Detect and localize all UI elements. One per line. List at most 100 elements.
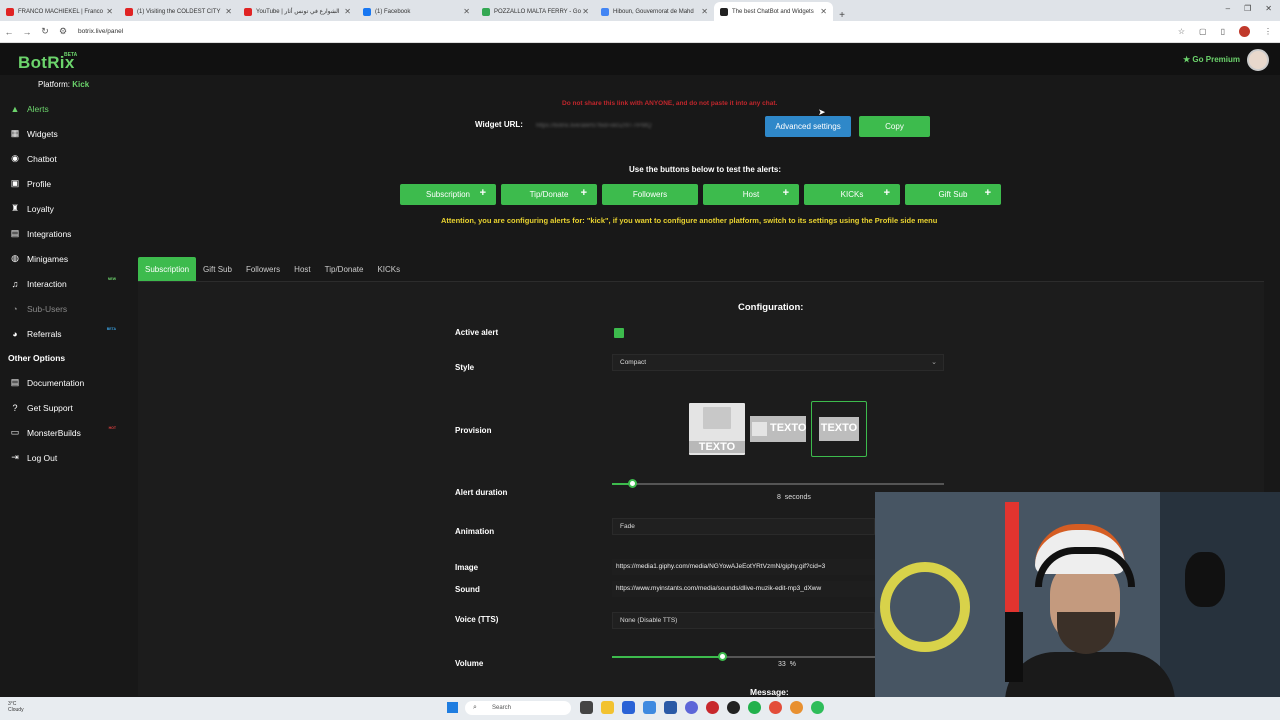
- chrome-icon[interactable]: [790, 701, 803, 714]
- volume-slider-handle[interactable]: [717, 652, 727, 661]
- restore-icon[interactable]: ❐: [1244, 4, 1251, 13]
- provision-option-inline[interactable]: TEXTO: [750, 416, 806, 442]
- active-alert-checkbox[interactable]: [614, 328, 624, 338]
- browser-tab[interactable]: (1) Visiting the COLDEST CITY ✕: [119, 2, 238, 21]
- plus-icon: +: [580, 187, 587, 199]
- referrals-icon: ◕: [12, 328, 18, 339]
- copy-button[interactable]: Copy: [859, 116, 930, 137]
- image-url-input[interactable]: https://media1.giphy.com/media/NGYowAJeE…: [612, 559, 875, 575]
- browser-tab[interactable]: POZZALLO MALTA FERRY - Go ✕: [476, 2, 595, 21]
- sidebar-item-loyalty[interactable]: ♜ Loyalty: [0, 196, 125, 221]
- browser-tab[interactable]: Hiboun, Gouvernorat de Mahd ✕: [595, 2, 714, 21]
- close-window-icon[interactable]: ✕: [1265, 4, 1272, 13]
- tab-close-icon[interactable]: ✕: [463, 7, 470, 16]
- tab-gift-sub[interactable]: Gift Sub: [196, 257, 239, 281]
- extensions-icon[interactable]: ▢: [1199, 27, 1207, 36]
- tab-host[interactable]: Host: [287, 257, 317, 281]
- windows-start-icon[interactable]: [447, 702, 458, 713]
- tab-close-icon[interactable]: ✕: [225, 7, 232, 16]
- sidebar-item-get-support[interactable]: ? Get Support: [0, 395, 125, 420]
- go-premium-link[interactable]: ★ Go Premium: [1183, 55, 1240, 64]
- reload-icon[interactable]: ↻: [36, 26, 54, 37]
- tab-close-icon[interactable]: ✕: [344, 7, 351, 16]
- tab-close-icon[interactable]: ✕: [820, 7, 827, 16]
- new-tab-button[interactable]: +: [833, 10, 851, 21]
- url-field[interactable]: botrix.live/panel: [78, 28, 123, 35]
- provision-text: TEXTO: [820, 422, 858, 434]
- duration-slider-track[interactable]: [612, 483, 944, 485]
- sidebar-item-widgets[interactable]: ▦ Widgets: [0, 121, 125, 146]
- test-tip-donate-button[interactable]: Tip/Donate +: [501, 184, 597, 205]
- sidebar-item-documentation[interactable]: ▤ Documentation: [0, 370, 125, 395]
- sidebar-item-alerts[interactable]: ▲ Alerts: [0, 96, 125, 121]
- provision-option-text-only[interactable]: TEXTO: [811, 401, 867, 457]
- browser-tab[interactable]: (1) Facebook ✕: [357, 2, 476, 21]
- site-info-icon[interactable]: ⚙: [54, 26, 72, 37]
- sidebar-item-monsterbuilds[interactable]: ▭ MonsterBuilds HOT: [0, 420, 125, 445]
- browser-profile-avatar[interactable]: [1239, 26, 1250, 37]
- sidebar-item-label: Profile: [27, 178, 52, 189]
- browser-tab[interactable]: The best ChatBot and Widgets ✕: [714, 2, 833, 21]
- tab-close-icon[interactable]: ✕: [701, 7, 708, 16]
- voice-tts-select[interactable]: None (Disable TTS): [612, 612, 875, 629]
- test-followers-button[interactable]: Followers: [602, 184, 698, 205]
- task-view-icon[interactable]: [580, 701, 593, 714]
- bookmark-star-icon[interactable]: ☆: [1178, 27, 1185, 36]
- tab-close-icon[interactable]: ✕: [106, 7, 113, 16]
- integrations-icon: ▤: [10, 228, 20, 238]
- minimize-icon[interactable]: –: [1226, 4, 1230, 13]
- weather-widget[interactable]: 3°C Cloudy: [8, 701, 24, 713]
- sound-url-input[interactable]: https://www.myinstants.com/media/sounds/…: [612, 581, 875, 597]
- file-explorer-icon[interactable]: [601, 701, 614, 714]
- user-avatar[interactable]: [1247, 49, 1269, 71]
- taskbar-search[interactable]: ⌕ Search: [465, 701, 571, 715]
- spotify-icon[interactable]: [748, 701, 761, 714]
- app-icon[interactable]: [664, 701, 677, 714]
- animation-select[interactable]: Fade: [612, 518, 875, 535]
- volume-label: Volume: [455, 659, 484, 668]
- image-placeholder-icon: [703, 407, 731, 429]
- sidebar-toggle-icon[interactable]: ▯: [1221, 27, 1225, 36]
- sidebar-item-chatbot[interactable]: ◉ Chatbot: [0, 146, 125, 171]
- tab-favicon-icon: [363, 7, 371, 16]
- sidebar-item-label: Sub-Users: [27, 303, 68, 314]
- tab-followers[interactable]: Followers: [239, 257, 287, 281]
- app-icon[interactable]: [706, 701, 719, 714]
- sidebar-item-log-out[interactable]: ⇥ Log Out: [0, 445, 125, 470]
- test-kicks-button[interactable]: KICKs +: [804, 184, 900, 205]
- provision-option-stacked[interactable]: TEXTO: [689, 403, 745, 455]
- advanced-settings-button[interactable]: Advanced settings: [765, 116, 851, 137]
- style-select[interactable]: Compact ⌄: [612, 354, 944, 371]
- tab-subscription[interactable]: Subscription: [138, 257, 197, 281]
- sidebar-badge: BETA: [106, 327, 116, 331]
- sidebar-item-profile[interactable]: ▣ Profile: [0, 171, 125, 196]
- duration-unit: seconds: [784, 494, 811, 501]
- sidebar-item-integrations[interactable]: ▤ Integrations: [0, 221, 125, 246]
- app-icon[interactable]: [643, 701, 656, 714]
- browser-tab[interactable]: YouTube | الشوارع في تونس أثار ✕: [238, 2, 357, 21]
- tab-kicks[interactable]: KICKs: [370, 257, 407, 281]
- browser-menu-icon[interactable]: ⋮: [1264, 27, 1272, 36]
- test-gift-sub-button[interactable]: Gift Sub +: [905, 184, 1001, 205]
- browser-tab[interactable]: FRANCO MACHIEKEL | Franco ✕: [0, 2, 119, 21]
- tab-close-icon[interactable]: ✕: [582, 7, 589, 16]
- sidebar-item-interaction[interactable]: ♫ Interaction NEW: [0, 271, 125, 296]
- sidebar-item-minigames[interactable]: ◍ Minigames: [0, 246, 125, 271]
- test-subscription-button[interactable]: Subscription +: [400, 184, 496, 205]
- whatsapp-icon[interactable]: [811, 701, 824, 714]
- back-icon[interactable]: ←: [0, 27, 18, 37]
- sidebar: ▲ Alerts ▦ Widgets ◉ Chatbot ▣ Profile ♜ Loyalty ▤…: [0, 96, 125, 470]
- test-host-button[interactable]: Host +: [703, 184, 799, 205]
- chrome-icon[interactable]: [769, 701, 782, 714]
- app-icon[interactable]: [622, 701, 635, 714]
- sidebar-item-sub-users[interactable]: ◔ Sub-Users: [0, 296, 125, 321]
- app-icon[interactable]: [727, 701, 740, 714]
- forward-icon[interactable]: →: [18, 27, 36, 37]
- browser-tab-label: (1) Facebook: [375, 8, 411, 15]
- duration-slider-handle[interactable]: [627, 479, 637, 488]
- widget-url-field[interactable]: https://botrix.live/alerts?bid=xk0Zr9T7r…: [536, 118, 750, 134]
- tab-tip-donate[interactable]: Tip/Donate: [318, 257, 371, 281]
- volume-value: 33: [778, 661, 786, 668]
- sidebar-item-referrals[interactable]: ◕ Referrals BETA: [0, 321, 125, 346]
- discord-icon[interactable]: [685, 701, 698, 714]
